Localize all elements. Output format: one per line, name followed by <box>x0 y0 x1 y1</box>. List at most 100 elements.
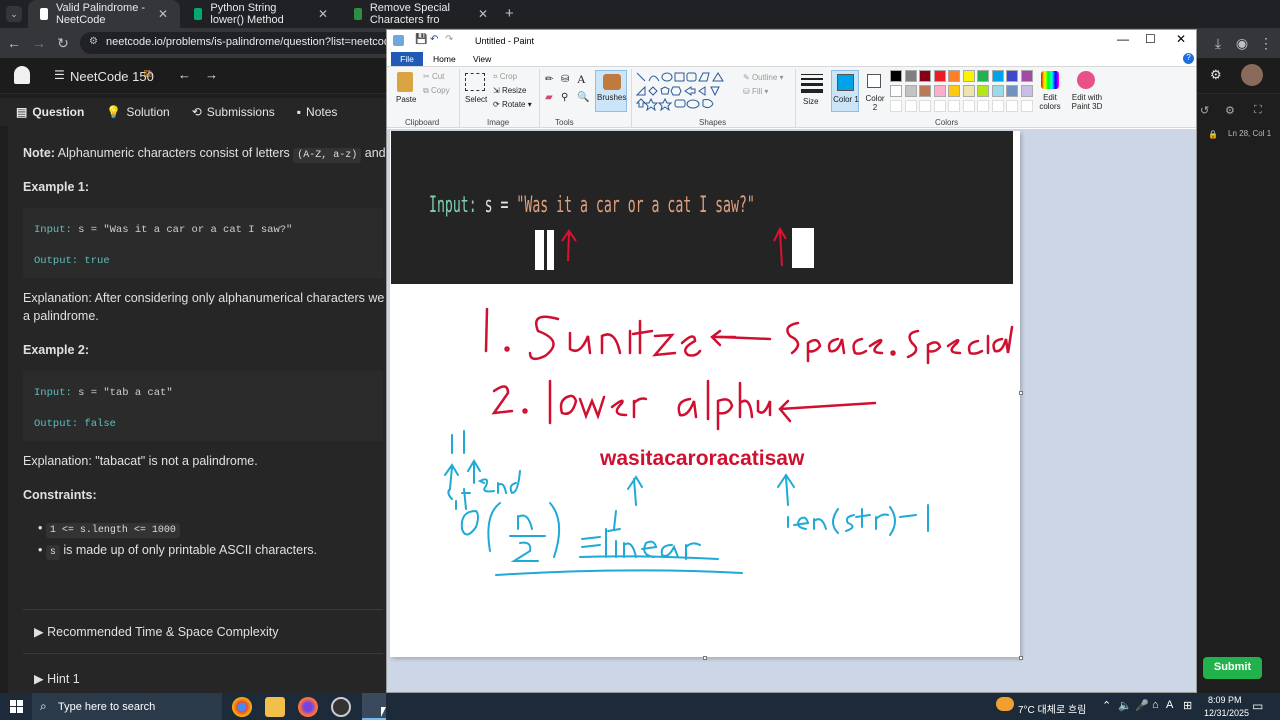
magnifier-icon[interactable]: 🔍 <box>577 92 589 103</box>
rotate-button[interactable]: ⟳ Rotate ▾ <box>493 100 532 109</box>
palette-swatch[interactable] <box>904 70 917 82</box>
menu-icon[interactable]: ⋮ <box>1258 35 1274 52</box>
palette-swatch-empty[interactable] <box>933 100 946 112</box>
clock-time[interactable]: 8:09 PM <box>1208 695 1242 705</box>
help-icon[interactable]: ? <box>1183 53 1194 64</box>
palette-swatch[interactable] <box>948 70 960 82</box>
palette-swatch-empty[interactable] <box>904 100 917 112</box>
palette-swatch[interactable] <box>1006 70 1018 82</box>
text-tool-icon[interactable]: A <box>577 72 586 87</box>
palette-swatch-empty[interactable] <box>919 100 931 112</box>
keyboard-icon[interactable]: ⊞ <box>1183 699 1192 712</box>
color2-swatch[interactable] <box>867 74 881 88</box>
select-button[interactable]: Select <box>465 95 487 104</box>
forward-icon[interactable]: → <box>31 35 47 51</box>
list-title[interactable]: NeetCode 150 <box>70 69 154 84</box>
back-icon[interactable]: ← <box>6 35 22 51</box>
next-problem-icon[interactable]: → <box>205 67 218 82</box>
weather-text[interactable]: 7°C 대체로 흐림 <box>1018 701 1086 716</box>
crop-button[interactable]: ⌗ Crop <box>493 72 517 82</box>
palette-swatch[interactable] <box>977 85 989 97</box>
browser-tab-w3schools[interactable]: Python String lower() Method ✕ <box>182 0 340 28</box>
pencil-icon[interactable]: ✏ <box>545 74 553 85</box>
copy-button[interactable]: ⧉ Copy <box>423 86 450 96</box>
palette-swatch-empty[interactable] <box>991 100 1004 112</box>
file-menu[interactable]: File <box>391 52 423 66</box>
home-menu[interactable]: Home <box>433 54 456 64</box>
site-info-icon[interactable]: ⚙ <box>89 36 98 47</box>
tab-solution[interactable]: 💡 Solution <box>106 105 169 119</box>
resize-button[interactable]: ⇲ Resize <box>493 86 526 95</box>
palette-swatch-empty[interactable] <box>1020 100 1033 112</box>
external-link-icon[interactable]: ⧉ <box>144 68 152 81</box>
download-icon[interactable]: ⤓ <box>1210 35 1226 52</box>
color1-button[interactable]: Color 1 <box>831 70 859 112</box>
paste-icon[interactable] <box>397 72 413 92</box>
microphone-icon[interactable]: 🎤 <box>1135 699 1149 712</box>
profile-icon[interactable]: ◉ <box>1234 35 1250 52</box>
windows-start-icon[interactable] <box>10 700 23 713</box>
palette-swatch-empty[interactable] <box>1006 100 1018 112</box>
chrome-taskbar-icon[interactable] <box>232 697 252 717</box>
new-tab-button[interactable]: + <box>505 5 514 22</box>
canvas-resize-handle[interactable] <box>1019 391 1023 395</box>
ime-icon[interactable]: A <box>1166 699 1173 711</box>
palette-swatch[interactable] <box>1006 85 1018 97</box>
redo-icon[interactable]: ↷ <box>445 34 453 45</box>
firefox-taskbar-icon[interactable] <box>298 697 318 717</box>
network-icon[interactable]: ⌂ <box>1152 699 1159 711</box>
code-editor[interactable]: ↺ ⚙ ⛶ 🔒 Ln 28, Col 1 <box>1196 98 1280 694</box>
eraser-icon[interactable]: ▰ <box>545 92 553 103</box>
tab-notes[interactable]: ▪ Notes <box>297 105 338 119</box>
size-button[interactable]: Size <box>803 97 819 106</box>
minimize-icon[interactable]: — <box>1117 32 1129 46</box>
neetcode-logo-icon[interactable] <box>14 66 30 84</box>
browser-tab-neetcode[interactable]: Valid Palindrome - NeetCode ✕ <box>28 0 180 28</box>
palette-swatch[interactable] <box>904 85 917 97</box>
shapes-gallery[interactable] <box>635 71 731 111</box>
palette-swatch[interactable] <box>919 70 931 82</box>
palette-swatch[interactable] <box>890 70 902 82</box>
palette-swatch[interactable] <box>948 85 960 97</box>
undo-icon[interactable]: ↶ <box>430 34 438 45</box>
palette-swatch-empty[interactable] <box>962 100 975 112</box>
palette-swatch-empty[interactable] <box>948 100 960 112</box>
palette-swatch[interactable] <box>1020 70 1033 82</box>
palette-swatch[interactable] <box>991 70 1004 82</box>
palette-swatch[interactable] <box>919 85 931 97</box>
clock-date[interactable]: 12/31/2025 <box>1204 708 1249 718</box>
canvas-resize-handle[interactable] <box>703 656 707 660</box>
color-picker-icon[interactable]: ⚲ <box>561 92 568 103</box>
reload-icon[interactable]: ↻ <box>55 35 71 52</box>
paint3d-icon[interactable] <box>1077 71 1095 89</box>
palette-swatch[interactable] <box>977 70 989 82</box>
settings-icon[interactable]: ⚙ <box>1225 104 1235 117</box>
palette-swatch-empty[interactable] <box>890 100 902 112</box>
submit-button[interactable]: Submit <box>1203 657 1262 679</box>
avatar[interactable] <box>1241 64 1263 86</box>
settings-gear-icon[interactable]: ⚙ <box>1210 67 1222 83</box>
obs-taskbar-icon[interactable] <box>331 697 351 717</box>
drawing-canvas[interactable]: Input: s = "Was it a car or a cat I saw?… <box>390 131 1020 657</box>
view-menu[interactable]: View <box>473 54 491 64</box>
tab-submissions[interactable]: ⟲ Submissions <box>192 105 275 119</box>
browser-tab-geeks[interactable]: Remove Special Characters fro ✕ <box>342 0 500 28</box>
volume-icon[interactable]: 🔈 <box>1118 699 1132 712</box>
maximize-icon[interactable]: ☐ <box>1145 32 1156 46</box>
palette-swatch[interactable] <box>933 85 946 97</box>
save-icon[interactable]: 💾 <box>415 34 427 45</box>
prev-problem-icon[interactable]: ← <box>178 67 191 82</box>
tab-question[interactable]: ▤ Question <box>16 105 84 119</box>
color2-button[interactable]: Color 2 <box>863 94 887 112</box>
edit-colors-icon[interactable] <box>1041 71 1059 89</box>
notifications-icon[interactable]: ▭ <box>1252 699 1263 713</box>
fullscreen-icon[interactable]: ⛶ <box>1254 104 1262 117</box>
file-explorer-taskbar-icon[interactable] <box>265 697 285 717</box>
select-icon[interactable] <box>465 73 485 91</box>
tray-chevron-icon[interactable]: ⌃ <box>1102 699 1111 712</box>
palette-swatch[interactable] <box>890 85 902 97</box>
palette-swatch[interactable] <box>962 85 975 97</box>
edit-colors-button[interactable]: Edit colors <box>1037 93 1063 111</box>
tab-list-chevron-icon[interactable]: ⌄ <box>6 6 22 22</box>
edit-paint3d-button[interactable]: Edit with Paint 3D <box>1067 93 1107 111</box>
